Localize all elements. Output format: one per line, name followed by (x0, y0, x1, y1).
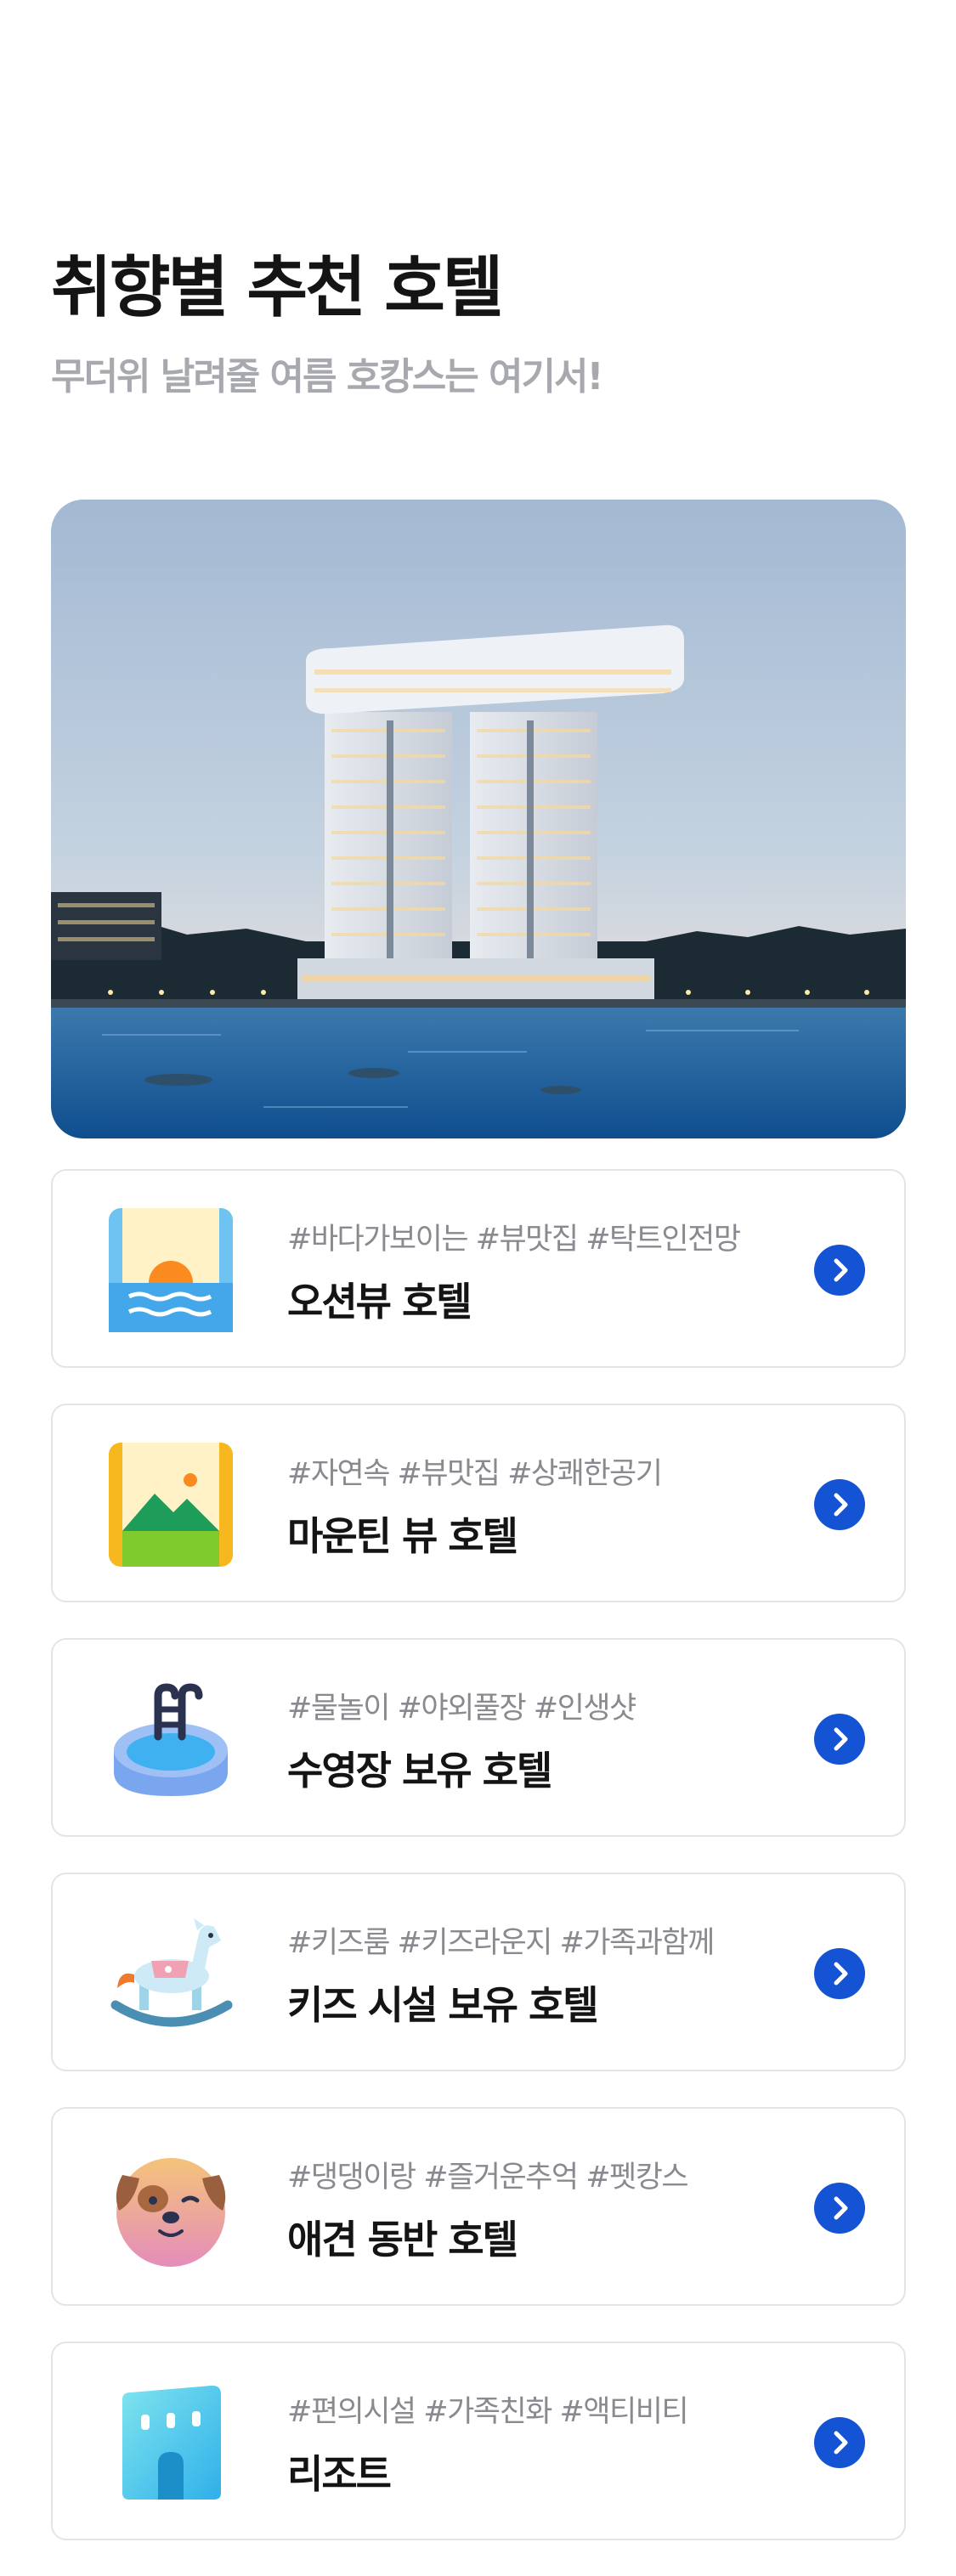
mountain-icon (109, 1443, 233, 1567)
ocean-sunset-icon (109, 1208, 233, 1332)
category-tags: #편의시설 #가족친화 #액티비티 (287, 2395, 689, 2429)
chevron-right-icon[interactable] (814, 1948, 865, 1999)
page-subtitle: 무더위 날려줄 여름 호캉스는 여기서! (51, 355, 604, 398)
dog-face-icon (109, 2146, 233, 2270)
chevron-right-icon[interactable] (814, 1479, 865, 1530)
category-tags: #자연속 #뷰맛집 #상쾌한공기 (287, 1457, 663, 1491)
pool-icon (109, 1677, 233, 1801)
rocking-horse-icon (109, 1912, 233, 2036)
category-card-ocean-view[interactable]: #바다가보이는 #뷰맛집 #탁트인전망 오션뷰 호텔 (51, 1169, 906, 1368)
category-tags: #물놀이 #야외풀장 #인생샷 (287, 1692, 636, 1726)
category-name: 리조트 (287, 2451, 392, 2497)
category-tags: #바다가보이는 #뷰맛집 #탁트인전망 (287, 1223, 741, 1257)
category-tags: #키즈룸 #키즈라운지 #가족과함께 (287, 1926, 715, 1960)
chevron-right-icon[interactable] (814, 2417, 865, 2468)
category-name: 키즈 시설 보유 호텔 (287, 1982, 599, 2028)
category-name: 애견 동반 호텔 (287, 2217, 518, 2262)
page-title: 취향별 추천 호텔 (51, 250, 504, 326)
header: 취향별 추천 호텔 무더위 날려줄 여름 호캉스는 여기서! (51, 255, 905, 396)
chevron-right-icon[interactable] (814, 1714, 865, 1765)
category-card-mountain-view[interactable]: #자연속 #뷰맛집 #상쾌한공기 마운틴 뷰 호텔 (51, 1404, 906, 1602)
category-tags: #댕댕이랑 #즐거운추억 #펫캉스 (287, 2161, 689, 2195)
category-card-pool[interactable]: #물놀이 #야외풀장 #인생샷 수영장 보유 호텔 (51, 1638, 906, 1837)
category-card-kids[interactable]: #키즈룸 #키즈라운지 #가족과함께 키즈 시설 보유 호텔 (51, 1873, 906, 2071)
category-card-pet[interactable]: #댕댕이랑 #즐거운추억 #펫캉스 애견 동반 호텔 (51, 2107, 906, 2306)
page: 취향별 추천 호텔 무더위 날려줄 여름 호캉스는 여기서! #바다가보이는 #… (0, 0, 956, 2574)
chevron-right-icon[interactable] (814, 1245, 865, 1296)
category-card-resort[interactable]: #편의시설 #가족친화 #액티비티 리조트 (51, 2342, 906, 2540)
chevron-right-icon[interactable] (814, 2183, 865, 2234)
category-name: 마운틴 뷰 호텔 (287, 1513, 518, 1559)
resort-building-icon (109, 2381, 233, 2505)
seaside-hotel-photo (51, 500, 906, 1138)
hotel-category-list: #바다가보이는 #뷰맛집 #탁트인전망 오션뷰 호텔 #자연속 #뷰맛집 #상쾌… (51, 1169, 906, 2576)
category-name: 오션뷰 호텔 (287, 1279, 472, 1325)
hero-image[interactable] (51, 500, 906, 1138)
category-name: 수영장 보유 호텔 (287, 1748, 552, 1794)
